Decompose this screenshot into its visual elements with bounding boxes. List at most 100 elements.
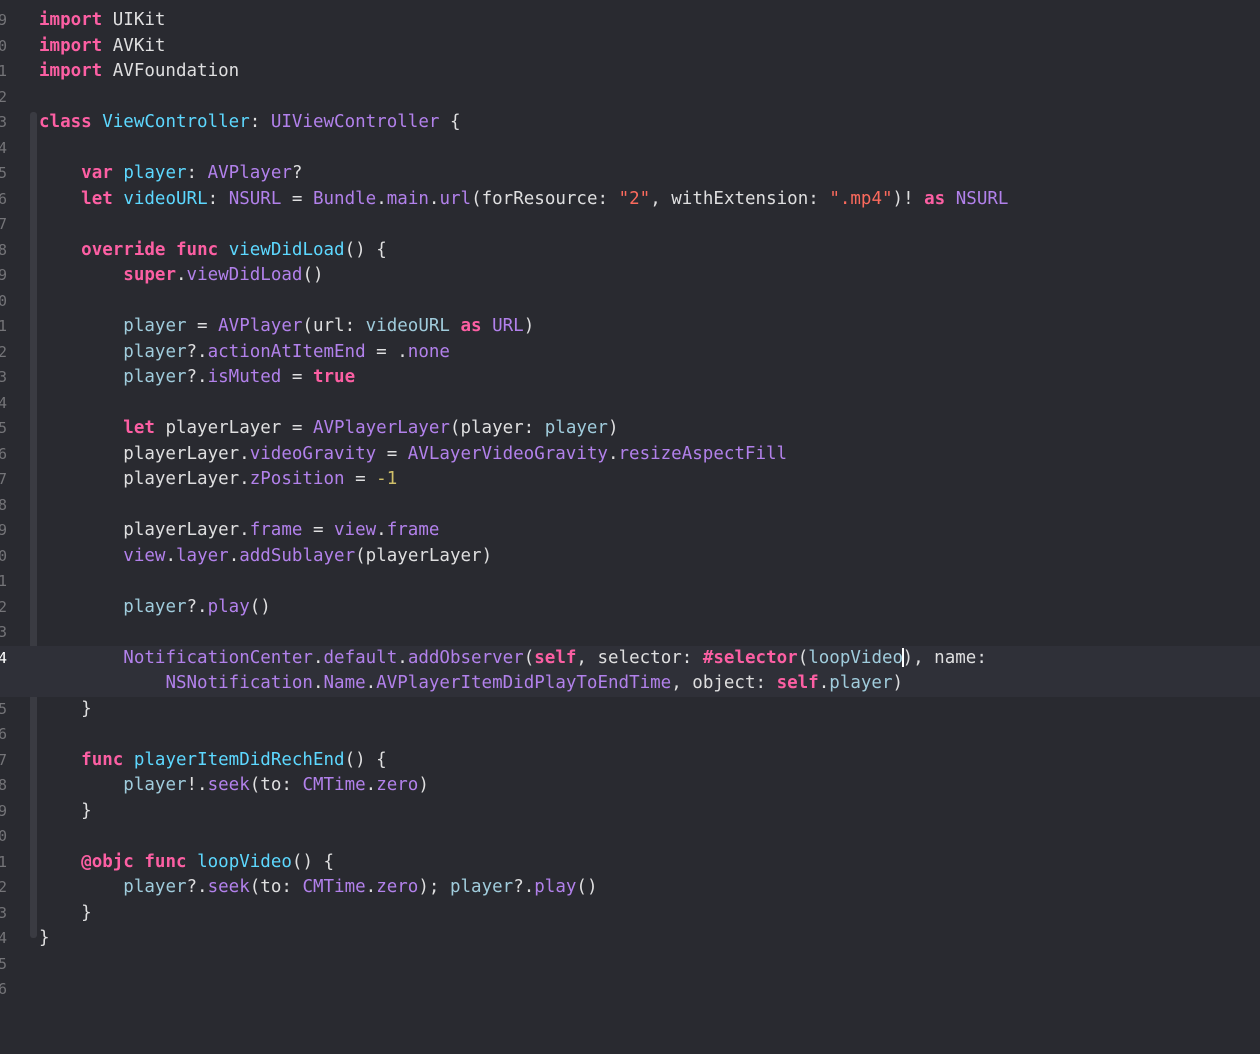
code-text[interactable]: import AVFoundation: [39, 59, 239, 85]
code-line[interactable]: 0: [0, 824, 1260, 850]
code-token: viewDidLoad: [186, 265, 303, 285]
code-line[interactable]: 4: [0, 136, 1260, 162]
code-text[interactable]: }: [39, 901, 92, 927]
code-line[interactable]: 2 player?.actionAtItemEnd = .none: [0, 340, 1260, 366]
code-token: () {: [344, 749, 387, 770]
code-line[interactable]: 5 }: [0, 697, 1260, 723]
code-text[interactable]: func playerItemDidRechEnd() {: [39, 748, 387, 774]
code-token: ): [418, 775, 429, 795]
code-text[interactable]: }: [39, 799, 92, 825]
line-number: 4: [0, 648, 8, 667]
code-line[interactable]: 5 var player: AVPlayer?: [0, 161, 1260, 187]
code-text[interactable]: view.layer.addSublayer(playerLayer): [39, 544, 492, 570]
code-line[interactable]: 6 let videoURL: NSURL = Bundle.main.url(…: [0, 187, 1260, 213]
line-number: 4: [0, 929, 8, 947]
code-text[interactable]: NSNotification.Name.AVPlayerItemDidPlayT…: [39, 671, 903, 697]
code-text[interactable]: import UIKit: [39, 8, 165, 34]
code-token: !.: [186, 775, 208, 795]
code-token: import: [39, 35, 103, 56]
code-line[interactable]: 6 playerLayer.videoGravity = AVLayerVide…: [0, 442, 1260, 468]
code-line[interactable]: 9 import UIKit: [0, 8, 1260, 34]
line-number: 7: [0, 215, 8, 233]
code-token: ): [607, 418, 619, 438]
code-line[interactable]: 0 view.layer.addSublayer(playerLayer): [0, 544, 1260, 570]
code-line[interactable]: 0 import AVKit: [0, 34, 1260, 60]
code-token: override: [81, 239, 166, 260]
code-line[interactable]: 5 let playerLayer = AVPlayerLayer(player…: [0, 416, 1260, 442]
code-text[interactable]: let playerLayer = AVPlayerLayer(player: …: [39, 416, 619, 442]
code-line[interactable]: 1: [0, 569, 1260, 595]
code-token: ?.: [186, 341, 208, 362]
code-text[interactable]: var player: AVPlayer?: [39, 161, 302, 187]
code-token: seek: [207, 775, 250, 795]
code-text[interactable]: }: [39, 926, 50, 952]
code-line[interactable]: 8 player!.seek(to: CMTime.zero): [0, 773, 1260, 799]
code-line[interactable]: 3 class ViewController: UIViewController …: [0, 110, 1260, 136]
code-line[interactable]: 7 func playerItemDidRechEnd() {: [0, 748, 1260, 774]
code-line[interactable]: 3 player?.isMuted = true: [0, 365, 1260, 391]
code-text[interactable]: playerLayer.zPosition = -1: [39, 467, 397, 493]
code-token: AVPlayerLayer: [312, 418, 450, 438]
code-line[interactable]: 1 import AVFoundation: [0, 59, 1260, 85]
code-text[interactable]: player?.isMuted = true: [39, 365, 355, 391]
code-lines[interactable]: 9 import UIKit 0 import AVKit 1 import AVFoun…: [0, 8, 1260, 1003]
code-text[interactable]: playerLayer.frame = view.frame: [39, 518, 439, 544]
code-text[interactable]: @objc func loopVideo() {: [39, 850, 334, 876]
code-token: :: [249, 112, 271, 132]
code-text[interactable]: player!.seek(to: CMTime.zero): [39, 773, 429, 799]
code-editor[interactable]: 9 import UIKit 0 import AVKit 1 import AVFoun…: [0, 0, 1260, 1054]
code-text[interactable]: super.viewDidLoad(): [39, 263, 323, 289]
code-token: AVPlayerItemDidPlayToEndTime: [376, 673, 672, 693]
code-line[interactable]: 1 @objc func loopVideo() {: [0, 850, 1260, 876]
code-line[interactable]: 6: [0, 722, 1260, 748]
code-text[interactable]: NotificationCenter.default.addObserver(s…: [39, 646, 987, 672]
code-line[interactable]: 2: [0, 85, 1260, 111]
code-text[interactable]: player?.actionAtItemEnd = .none: [39, 340, 450, 366]
code-line[interactable]: 2 player?.play(): [0, 595, 1260, 621]
code-text[interactable]: import AVKit: [39, 34, 165, 60]
code-token: player: [123, 367, 187, 387]
code-line[interactable]: 4: [0, 391, 1260, 417]
code-line[interactable]: 4}: [0, 926, 1260, 952]
code-line-current[interactable]: NSNotification.Name.AVPlayerItemDidPlayT…: [0, 671, 1260, 697]
code-line[interactable]: 7: [0, 212, 1260, 238]
code-line[interactable]: 3: [0, 620, 1260, 646]
code-line[interactable]: 7 playerLayer.zPosition = -1: [0, 467, 1260, 493]
code-token: player: [123, 877, 187, 897]
code-token: ?: [291, 163, 303, 183]
code-token: ), name:: [902, 647, 987, 668]
code-line[interactable]: 8: [0, 493, 1260, 519]
code-line[interactable]: 6: [0, 977, 1260, 1003]
code-line[interactable]: 9 super.viewDidLoad(): [0, 263, 1260, 289]
code-text[interactable]: let videoURL: NSURL = Bundle.main.url(fo…: [39, 187, 1008, 213]
line-number: 5: [0, 699, 8, 718]
code-line[interactable]: 9 }: [0, 799, 1260, 825]
code-text[interactable]: class ViewController: UIViewController {: [39, 110, 460, 136]
code-token: :: [207, 188, 229, 209]
line-number: 0: [0, 546, 8, 565]
code-line-current[interactable]: 4 NotificationCenter.default.addObserver…: [0, 645, 1260, 672]
code-text[interactable]: player?.seek(to: CMTime.zero); player?.p…: [39, 875, 597, 901]
code-line[interactable]: 1 player = AVPlayer(url: videoURL as URL…: [0, 314, 1260, 340]
code-text[interactable]: }: [39, 697, 92, 723]
code-token: =: [281, 188, 313, 209]
code-text[interactable]: override func viewDidLoad() {: [39, 238, 387, 264]
line-number: 1: [0, 852, 8, 871]
code-line[interactable]: 5: [0, 952, 1260, 978]
code-token: .: [365, 775, 377, 795]
line-number: 9: [0, 521, 8, 539]
code-text[interactable]: player?.play(): [39, 595, 271, 621]
code-line[interactable]: 2 player?.seek(to: CMTime.zero); player?…: [0, 875, 1260, 901]
code-text[interactable]: player = AVPlayer(url: videoURL as URL): [39, 314, 534, 340]
code-token: NSURL: [228, 188, 282, 209]
code-line[interactable]: 8 override func viewDidLoad() {: [0, 238, 1260, 264]
code-text[interactable]: playerLayer.videoGravity = AVLayerVideoG…: [39, 442, 787, 468]
code-token: ?.: [186, 877, 208, 897]
code-line[interactable]: 9 playerLayer.frame = view.frame: [0, 518, 1260, 544]
code-token: true: [312, 367, 356, 387]
code-line[interactable]: 3 }: [0, 901, 1260, 927]
code-line[interactable]: 0: [0, 289, 1260, 315]
